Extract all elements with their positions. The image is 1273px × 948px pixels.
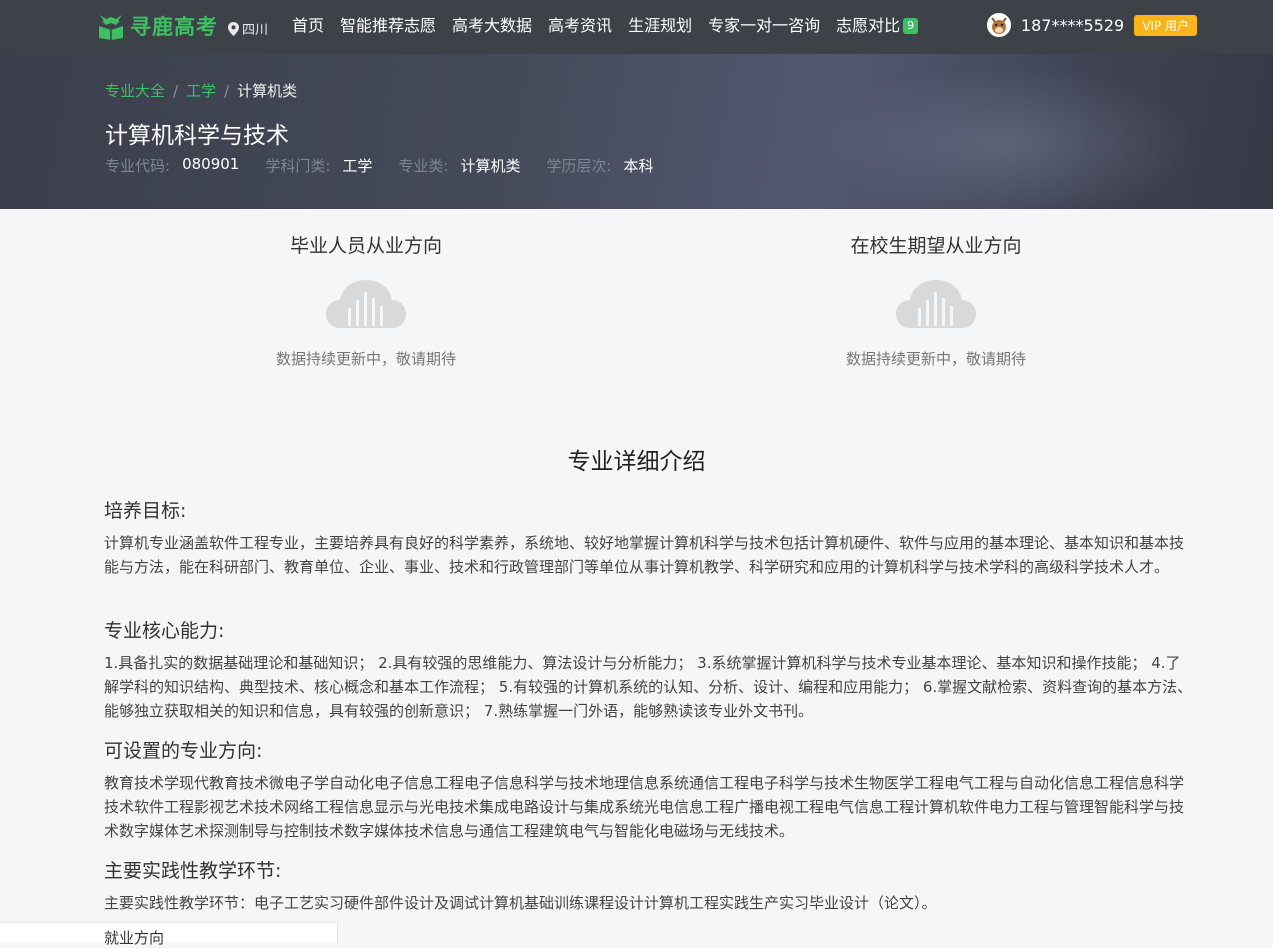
logo[interactable]: 寻鹿高考	[96, 10, 218, 42]
graduates-direction-title: 毕业人员从业方向	[289, 235, 442, 257]
section-practice: 主要实践性教学环节: 主要实践性教学环节：电子工艺实习硬件部件设计及调试计算机基…	[104, 856, 1194, 915]
section-directions: 可设置的专业方向: 教育技术学现代教育技术微电子学自动化电子信息工程电子信息科学…	[104, 736, 1194, 843]
section-text: 1.具备扎实的数据基础理论和基础知识； 2.具有较强的思维能力、算法设计与分析能…	[104, 654, 1193, 720]
breadcrumb-majors[interactable]: 专业大全	[105, 82, 165, 100]
vip-badge[interactable]: VIP 用户	[1134, 14, 1197, 36]
nav-compare[interactable]: 志愿对比 9	[836, 14, 919, 38]
nav-expert-consult[interactable]: 专家一对一咨询	[708, 14, 820, 38]
map-pin-icon	[228, 21, 239, 36]
breadcrumb-engineering[interactable]: 工学	[186, 82, 216, 100]
section-core-abilities: 专业核心能力: 1.具备扎实的数据基础理论和基础知识； 2.具有较强的思维能力、…	[104, 616, 1194, 723]
main-nav: 首页 智能推荐志愿 高考大数据 高考资讯 生涯规划 专家一对一咨询 志愿对比 9	[292, 14, 934, 38]
nav-compare-label: 志愿对比	[836, 16, 901, 35]
section-training-goal: 培养目标: 计算机专业涵盖软件工程专业，主要培养具有良好的科学素养，系统地、较好…	[104, 496, 1194, 579]
class-value: 计算机类	[460, 157, 521, 175]
students-direction-title: 在校生期望从业方向	[850, 235, 1022, 257]
avatar[interactable]	[986, 13, 1011, 37]
section-heading: 可设置的专业方向:	[104, 740, 263, 762]
code-label: 专业代码:	[105, 157, 171, 175]
section-heading: 主要实践性教学环节:	[104, 860, 282, 882]
nav-home[interactable]: 首页	[292, 14, 324, 38]
cloud-chart-icon	[326, 280, 406, 328]
deer-avatar-icon	[986, 13, 1011, 37]
graduates-empty-text: 数据持续更新中，敬请期待	[275, 350, 456, 368]
nav-news[interactable]: 高考资讯	[548, 14, 612, 38]
category-value: 工学	[342, 157, 373, 175]
breadcrumb-separator: /	[173, 82, 179, 100]
level-value: 本科	[623, 157, 654, 175]
location-label: 四川	[242, 23, 269, 38]
major-header-banner: 专业大全 / 工学 / 计算机类 计算机科学与技术 专业代码: 080901 学科门类:…	[0, 54, 1273, 209]
breadcrumb-separator: /	[224, 82, 230, 100]
section-text: 主要实践性教学环节：电子工艺实习硬件部件设计及调试计算机基础训练课程设计计算机工…	[104, 894, 937, 912]
deer-logo-icon	[99, 15, 123, 40]
brand-name: 寻鹿高考	[130, 15, 218, 39]
section-text: 计算机专业涵盖软件工程专业，主要培养具有良好的科学素养，系统地、较好地掌握计算机…	[104, 534, 1185, 576]
user-phone[interactable]: 187****5529	[1021, 16, 1124, 35]
students-empty-text: 数据持续更新中，敬请期待	[845, 350, 1026, 368]
major-meta: 专业代码: 080901 学科门类: 工学 专业类: 计算机类 学历层次: 本科	[105, 155, 680, 176]
section-heading: 专业核心能力:	[104, 620, 225, 642]
breadcrumb: 专业大全 / 工学 / 计算机类	[105, 80, 297, 101]
location-selector[interactable]: 四川	[228, 19, 268, 38]
students-direction-panel: 在校生期望从业方向 数据持续更新中，敬请期待	[746, 231, 1126, 369]
section-heading: 培养目标:	[104, 500, 187, 522]
breadcrumb-current: 计算机类	[237, 82, 298, 100]
employment-direction-tab[interactable]: 就业方向	[0, 922, 338, 947]
compare-count-badge: 9	[903, 18, 919, 34]
employment-direction-label: 就业方向	[104, 929, 165, 947]
cloud-chart-icon	[896, 280, 976, 328]
category-label: 学科门类:	[265, 157, 331, 175]
intro-title: 专业详细介绍	[567, 449, 706, 475]
section-text: 教育技术学现代教育技术微电子学自动化电子信息工程电子信息科学与技术地理信息系统通…	[104, 774, 1185, 840]
page-title: 计算机科学与技术	[105, 123, 289, 149]
graduates-direction-panel: 毕业人员从业方向 数据持续更新中，敬请期待	[176, 231, 556, 369]
top-navbar: 寻鹿高考 四川 首页 智能推荐志愿 高考大数据 高考资讯 生涯规划 专家一对一咨…	[0, 0, 1273, 54]
nav-career-planning[interactable]: 生涯规划	[628, 14, 692, 38]
user-menu[interactable]: 187****5529 VIP 用户	[986, 13, 1197, 37]
code-value: 080901	[182, 155, 240, 173]
level-label: 学历层次:	[546, 157, 612, 175]
nav-big-data[interactable]: 高考大数据	[452, 14, 532, 38]
class-label: 专业类:	[398, 157, 449, 175]
nav-smart-recommend[interactable]: 智能推荐志愿	[340, 14, 436, 38]
